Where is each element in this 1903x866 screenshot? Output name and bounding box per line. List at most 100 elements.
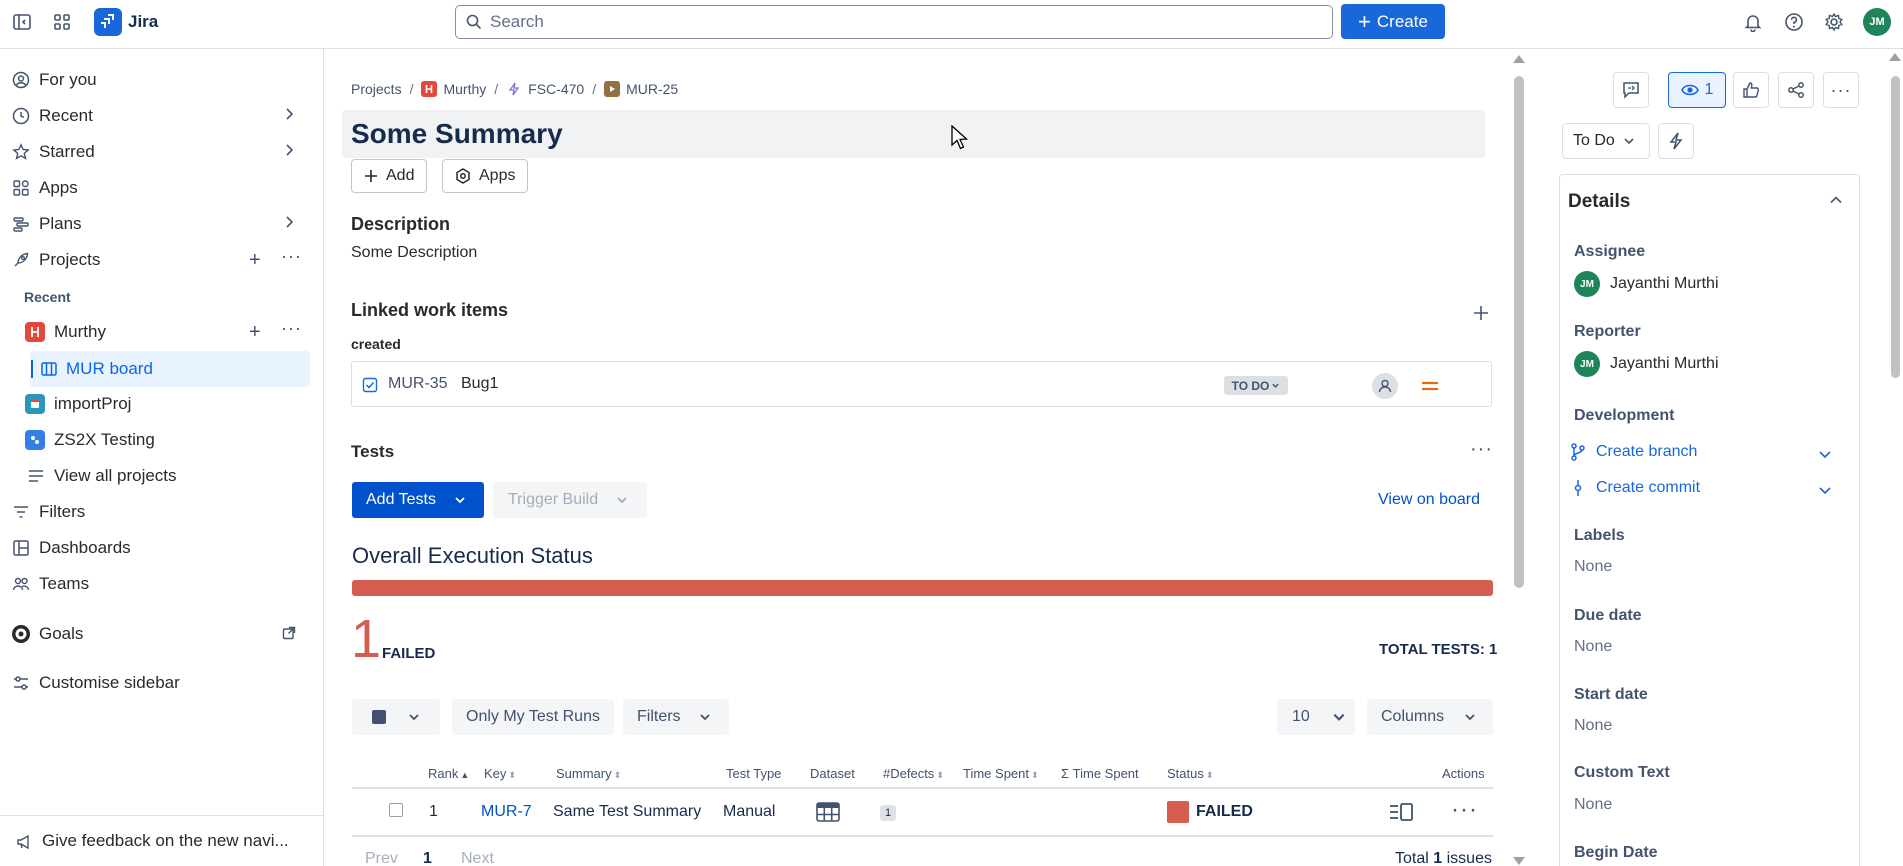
sidebar-item-mur-board[interactable]: MUR board	[30, 351, 310, 387]
linked-work-item-row[interactable]	[351, 361, 1492, 407]
like-button[interactable]	[1733, 72, 1769, 108]
columns-dropdown[interactable]: Columns	[1367, 699, 1493, 735]
sidebar-project-importproj[interactable]: importProj	[0, 386, 324, 420]
sidebar-project-zs2x[interactable]: ZS2X Testing	[0, 422, 324, 456]
watch-button[interactable]: 1	[1668, 72, 1726, 108]
pagination-next[interactable]: Next	[461, 850, 494, 866]
main-scrollbar-thumb[interactable]	[1514, 76, 1524, 588]
unassigned-avatar-icon[interactable]	[1372, 373, 1398, 399]
custom-text-value[interactable]: None	[1574, 796, 1612, 814]
more-options-icon[interactable]: ···	[281, 246, 302, 267]
breadcrumb-murthy[interactable]: Murthy	[443, 81, 486, 97]
only-my-test-runs-button[interactable]: Only My Test Runs	[452, 699, 614, 735]
execution-status-bar-failed[interactable]	[352, 580, 1493, 596]
status-filter-dropdown[interactable]	[352, 699, 440, 735]
panel-scroll-up-arrow-icon[interactable]	[1889, 53, 1901, 61]
breadcrumb-parent[interactable]: FSC-470	[528, 81, 584, 97]
column-header-defects[interactable]: #Defects ⬍	[883, 766, 944, 781]
labels-value[interactable]: None	[1574, 558, 1612, 576]
sidebar-item-dashboards[interactable]: Dashboards	[0, 530, 324, 564]
create-commit-link[interactable]: Create commit	[1570, 479, 1700, 497]
add-tests-button[interactable]: Add Tests	[352, 482, 484, 518]
filters-dropdown[interactable]: Filters	[623, 699, 729, 735]
apps-button[interactable]: Apps	[442, 159, 529, 193]
share-button[interactable]	[1778, 72, 1814, 108]
app-switcher-icon[interactable]	[50, 10, 74, 34]
automation-button[interactable]	[1658, 123, 1694, 159]
row-summary[interactable]: Same Test Summary	[553, 803, 701, 821]
sidebar-project-murthy[interactable]: Murthy + ···	[0, 314, 324, 348]
add-project-plus-icon[interactable]: +	[249, 249, 261, 272]
column-header-rank[interactable]: Rank ▲	[428, 766, 469, 781]
details-heading[interactable]: Details	[1568, 191, 1630, 213]
sidebar-item-goals[interactable]: Goals	[0, 616, 324, 650]
linked-item-key[interactable]: MUR-35	[388, 375, 448, 393]
issue-title-field[interactable]: Some Summary	[342, 110, 1485, 158]
panel-scrollbar-thumb[interactable]	[1891, 76, 1900, 378]
chevron-right-icon[interactable]	[282, 215, 296, 229]
pagination-prev[interactable]: Prev	[365, 850, 398, 866]
sidebar-toggle-icon[interactable]	[10, 10, 34, 34]
plus-icon[interactable]: +	[249, 321, 261, 344]
test-run-details-icon[interactable]	[1389, 803, 1413, 821]
start-date-value[interactable]: None	[1574, 717, 1612, 735]
row-more-actions-icon[interactable]: ···	[1451, 796, 1478, 824]
page-size-dropdown[interactable]: 10	[1277, 699, 1355, 735]
add-linked-item-plus-icon[interactable]	[1472, 304, 1490, 322]
more-options-icon[interactable]: ···	[281, 318, 302, 339]
due-date-value[interactable]: None	[1574, 638, 1612, 656]
view-on-board-link[interactable]: View on board	[1378, 491, 1480, 509]
notifications-bell-icon[interactable]	[1741, 10, 1765, 34]
add-button[interactable]: Add	[351, 159, 428, 193]
row-select-checkbox[interactable]	[389, 803, 403, 817]
chevron-right-icon[interactable]	[282, 107, 296, 121]
sidebar-item-recent[interactable]: Recent	[0, 98, 324, 132]
row-key-link[interactable]: MUR-7	[481, 803, 532, 821]
sidebar-item-filters[interactable]: Filters	[0, 494, 324, 528]
search-input[interactable]: Search	[455, 5, 1333, 39]
settings-gear-icon[interactable]	[1822, 10, 1846, 34]
tests-more-options-icon[interactable]: ···	[1470, 438, 1493, 461]
assignee-field[interactable]: JM Jayanthi Murthi	[1574, 271, 1719, 297]
user-avatar[interactable]: JM	[1863, 8, 1891, 36]
column-header-key[interactable]: Key ⬍	[484, 766, 516, 781]
description-text[interactable]: Some Description	[351, 244, 477, 262]
breadcrumb-projects[interactable]: Projects	[351, 81, 402, 97]
scroll-down-arrow-icon[interactable]	[1513, 857, 1525, 865]
chevron-right-icon[interactable]	[282, 143, 296, 157]
app-name[interactable]: Jira	[128, 12, 158, 32]
dataset-table-icon[interactable]	[816, 802, 840, 822]
jira-logo-icon[interactable]	[94, 8, 122, 36]
defects-count-badge[interactable]: 1	[880, 805, 896, 821]
pagination-current-page[interactable]: 1	[423, 850, 432, 866]
sidebar-item-teams[interactable]: Teams	[0, 566, 324, 600]
chevron-down-icon[interactable]	[1818, 447, 1832, 461]
sidebar-item-for-you[interactable]: For you	[0, 62, 324, 96]
priority-medium-icon[interactable]	[1421, 380, 1439, 392]
linked-item-summary[interactable]: Bug1	[461, 375, 498, 393]
sidebar-item-projects[interactable]: Projects + ···	[0, 242, 324, 276]
feedback-comment-button[interactable]	[1613, 72, 1649, 108]
scroll-up-arrow-icon[interactable]	[1513, 55, 1525, 63]
create-branch-link[interactable]: Create branch	[1570, 443, 1697, 461]
status-dropdown[interactable]: To Do	[1562, 123, 1650, 159]
chevron-down-icon[interactable]	[1818, 483, 1832, 497]
help-icon[interactable]	[1782, 10, 1806, 34]
reporter-field[interactable]: JM Jayanthi Murthi	[1574, 351, 1719, 377]
trigger-build-button[interactable]: Trigger Build	[493, 482, 647, 518]
sidebar-item-view-all-projects[interactable]: View all projects	[0, 458, 324, 492]
feedback-link[interactable]: Give feedback on the new navi...	[0, 815, 323, 866]
breadcrumb-current[interactable]: MUR-25	[626, 81, 678, 97]
sidebar-item-plans[interactable]: Plans	[0, 206, 324, 240]
sidebar-item-customise[interactable]: Customise sidebar	[0, 665, 324, 699]
external-link-icon[interactable]	[282, 626, 296, 640]
column-header-summary[interactable]: Summary ⬍	[556, 766, 621, 781]
more-actions-button[interactable]: ···	[1823, 72, 1859, 108]
chevron-up-icon[interactable]	[1829, 193, 1843, 207]
column-header-time-spent[interactable]: Time Spent ⬍	[963, 766, 1039, 781]
sidebar-item-apps[interactable]: Apps	[0, 170, 324, 204]
create-button[interactable]: + Create	[1341, 4, 1445, 39]
linked-item-status-dropdown[interactable]: TO DO	[1224, 376, 1288, 395]
sidebar-item-starred[interactable]: Starred	[0, 134, 324, 168]
column-header-status[interactable]: Status ⬍	[1167, 766, 1213, 781]
